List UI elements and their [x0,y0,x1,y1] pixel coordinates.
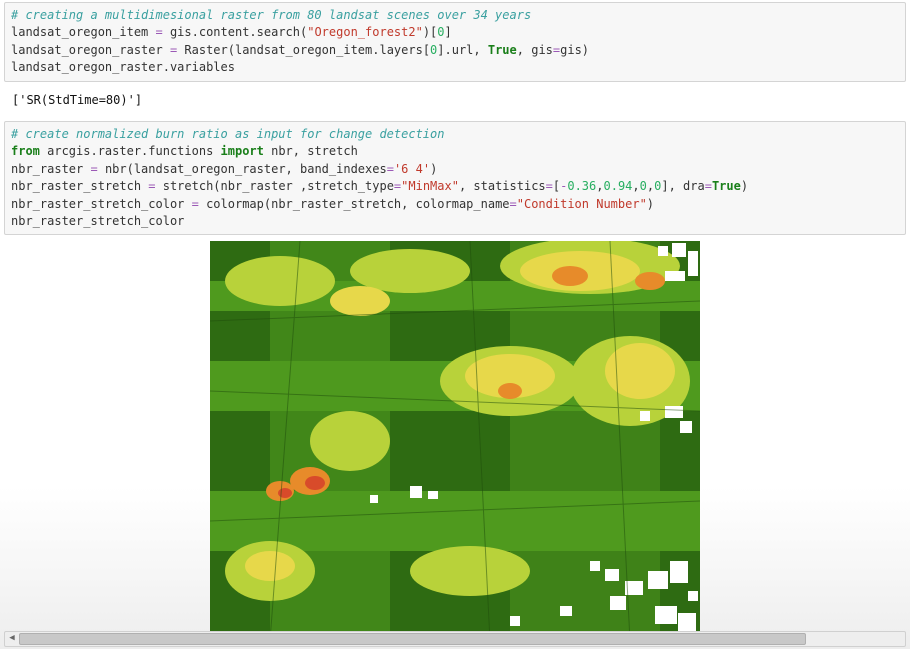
scroll-right-icon[interactable] [891,632,905,646]
code-line: nbr_raster_stretch = stretch(nbr_raster … [11,178,899,195]
code-line: # creating a multidimesional raster from… [11,7,899,24]
scroll-track[interactable] [19,632,891,646]
scroll-thumb[interactable] [19,633,806,645]
code-cell-1[interactable]: # creating a multidimesional raster from… [4,2,906,82]
cell-2-image-output [4,241,906,641]
code-line: landsat_oregon_raster.variables [11,59,899,76]
code-cell-2[interactable]: # create normalized burn ratio as input … [4,121,906,235]
code-line: nbr_raster_stretch_color = colormap(nbr_… [11,196,899,213]
cell-1-output: ['SR(StdTime=80)'] [4,88,906,113]
code-line: landsat_oregon_raster = Raster(landsat_o… [11,42,899,59]
code-line: nbr_raster_stretch_color [11,213,899,230]
code-line: # create normalized burn ratio as input … [11,126,899,143]
output-text: ['SR(StdTime=80)'] [12,93,142,107]
code-line: nbr_raster = nbr(landsat_oregon_raster, … [11,161,899,178]
notebook-page: # creating a multidimesional raster from… [0,0,910,649]
scroll-left-icon[interactable]: ◀ [5,632,19,646]
nbr-raster-image [210,241,700,641]
horizontal-scrollbar[interactable]: ◀ [4,631,906,647]
code-line: landsat_oregon_item = gis.content.search… [11,24,899,41]
code-line: from arcgis.raster.functions import nbr,… [11,143,899,160]
